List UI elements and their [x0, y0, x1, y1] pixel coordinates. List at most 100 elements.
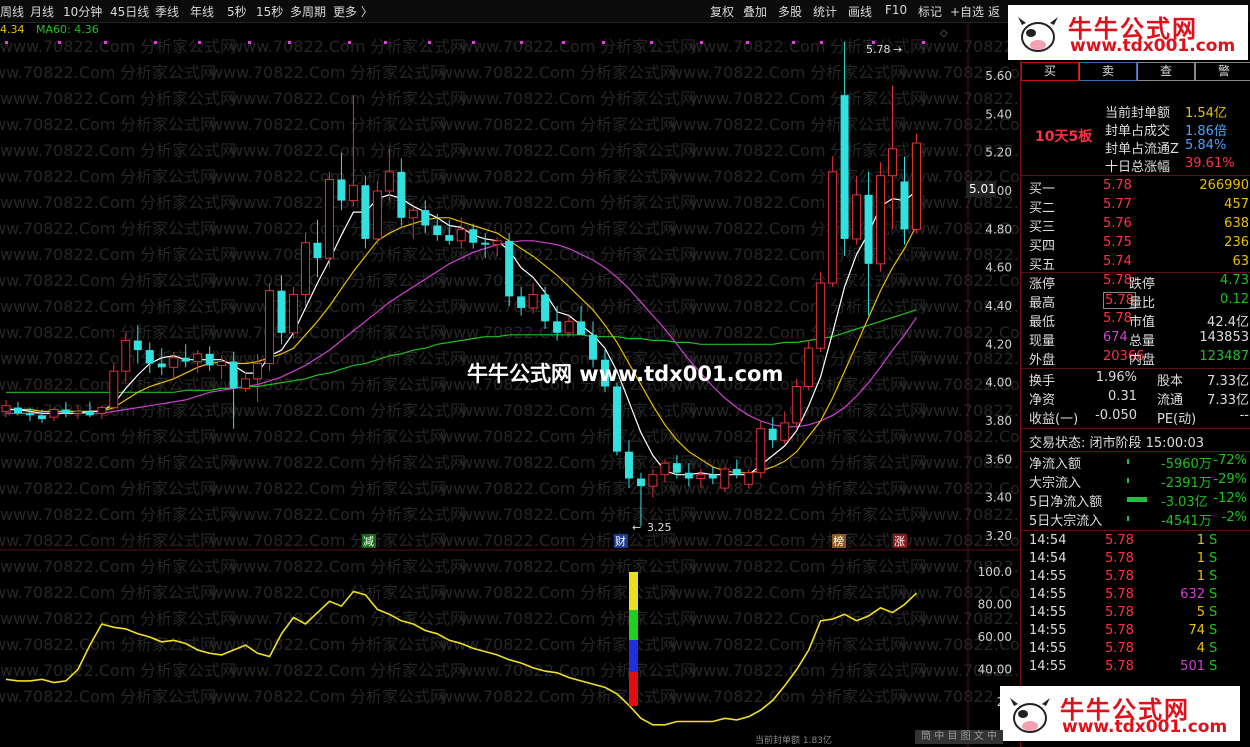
diamond-icon: ◇ — [940, 28, 948, 39]
bottom-status: 当前封单额 1.83亿 — [755, 736, 832, 746]
watermark-text: www.70822.Com — [230, 141, 365, 160]
toolbar-right-item-4[interactable]: 画线 — [848, 3, 872, 20]
tick-volume: 1 — [1196, 551, 1205, 566]
toolbar-item-9[interactable]: 更多 〉 — [333, 3, 373, 20]
candle-body-up — [324, 179, 334, 259]
toolbar-right-item-3[interactable]: 统计 — [813, 3, 837, 20]
watermark-text: 分析家公式网 — [580, 583, 676, 602]
toolbar-right-item-5[interactable]: F10 — [885, 3, 907, 17]
watermark-text: 分析家公式网 — [830, 453, 926, 472]
toolbar-right-item-2[interactable]: 多股 — [778, 3, 802, 20]
seal-label: 封单占流通Z — [1105, 142, 1179, 157]
watermark-text: 分析家公式网 — [580, 427, 676, 446]
toolbar-item-7[interactable]: 15秒 — [256, 3, 283, 20]
watermark-text: www.70822.Com — [690, 557, 825, 576]
panel-tab-0[interactable]: 买 — [1021, 62, 1079, 81]
toolbar-right-item-7[interactable]: +自选 — [950, 3, 984, 20]
toolbar-item-0[interactable]: 周线 — [0, 3, 24, 20]
candle-body-up — [253, 363, 263, 380]
logo-bottom: 牛牛公式网 www.tdx001.com — [1000, 686, 1240, 741]
candle-body-up — [888, 148, 898, 177]
fund-label: 股本 — [1157, 374, 1184, 389]
toolbar-right-item-6[interactable]: 标记 — [918, 3, 942, 20]
watermark-text: www.70822.Com — [460, 609, 595, 628]
quote-value: 5.78 — [1103, 311, 1132, 326]
price-axis-label: 5.40 — [985, 107, 1012, 121]
flow-row: 净流入额 -5960万 -72% — [1029, 453, 1249, 472]
candle-body-up — [49, 409, 59, 418]
seal-label: 封单占成交 — [1105, 124, 1171, 139]
candle-body-down — [85, 411, 94, 416]
watermark-text: www.70822.Com — [0, 505, 135, 524]
quote-row: 涨停 5.78 跌停 4.73 — [1029, 273, 1249, 292]
flow-value: -2391万 — [1161, 476, 1212, 491]
watermark-text: 分析家公式网 — [350, 271, 446, 290]
candle-body-down — [684, 472, 693, 479]
watermark-text: www.70822.Com — [0, 245, 135, 264]
cow-logo-icon — [1018, 17, 1058, 52]
toolbar-item-6[interactable]: 5秒 — [227, 3, 247, 20]
quote-label: 总量 — [1129, 334, 1156, 349]
panel-tab-3[interactable]: 警 — [1195, 62, 1250, 81]
candle-body-down — [481, 242, 490, 245]
toolbar-item-2[interactable]: 10分钟 — [63, 3, 102, 20]
watermark-text: www.70822.Com — [920, 505, 1020, 524]
watermark-text: 分析家公式网 — [140, 453, 236, 472]
tick-volume: 501 — [1180, 659, 1205, 674]
flow-bar — [1127, 516, 1129, 521]
tick-volume: 1 — [1196, 533, 1205, 548]
toolbar-item-4[interactable]: 季线 — [155, 3, 179, 20]
watermark-text: www.70822.Com — [0, 375, 115, 394]
tick-row: 14:55 5.78 74 S — [1029, 623, 1249, 641]
watermark-text: 分析家公式网 — [140, 297, 236, 316]
toolbar-item-8[interactable]: 多周期 — [290, 3, 326, 20]
candle-body-up — [301, 242, 310, 295]
toolbar-item-5[interactable]: 年线 — [190, 3, 214, 20]
quote-label: 外盘 — [1029, 353, 1056, 368]
watermark-text: 分析家公式网 — [600, 193, 696, 212]
watermark-text: www.70822.Com — [670, 115, 805, 134]
watermark-text: www.70822.Com — [210, 427, 345, 446]
fund-value: 7.33亿 — [1207, 393, 1249, 408]
watermark-text: www.70822.Com — [0, 687, 115, 706]
bid-label: 买一 — [1029, 182, 1056, 197]
bottom-tab[interactable]: 筒 中 目 图 文 中 — [915, 730, 1003, 744]
tick-time: 14:55 — [1029, 605, 1067, 620]
seal-row: 十日总涨幅 39.61% — [1029, 156, 1249, 175]
panel-tab-2[interactable]: 查 — [1137, 62, 1195, 81]
watermark-text: www.70822.Com — [230, 349, 365, 368]
watermark-text: www.70822.Com — [440, 687, 575, 706]
quote-label: 量比 — [1129, 296, 1156, 311]
indicator-color-bar — [629, 572, 638, 610]
toolbar-item-3[interactable]: 45日线 — [110, 3, 149, 20]
quote-value: 674 — [1103, 330, 1128, 345]
toolbar-right-item-0[interactable]: 复权 — [710, 3, 734, 20]
candle-body-down — [505, 240, 514, 297]
candle-body-up — [564, 320, 574, 334]
watermark-text: www.70822.Com — [230, 453, 365, 472]
candle-body-down — [229, 361, 238, 389]
watermark-text: www.70822.Com — [210, 479, 345, 498]
seal-value: 5.84% — [1185, 138, 1227, 153]
seal-value: 39.61% — [1185, 156, 1235, 171]
tick-time: 14:54 — [1029, 533, 1067, 548]
watermark-text: www.70822.Com — [460, 401, 595, 420]
watermark-text: 分析家公式网 — [350, 323, 446, 342]
toolbar-right-item-8[interactable]: 返 — [988, 3, 1000, 20]
toolbar-item-1[interactable]: 月线 — [30, 3, 54, 20]
watermark-text: www.70822.Com — [690, 141, 825, 160]
watermark-text: www.70822.Com — [460, 557, 595, 576]
high-annotation: 5.78 — [866, 43, 891, 56]
panel-tab-1[interactable]: 卖 — [1079, 62, 1137, 81]
quote-row: 外盘 20366 内盘 123487 — [1029, 349, 1249, 368]
watermark-text: 分析家公式网 — [600, 89, 696, 108]
seal-label: 十日总涨幅 — [1105, 160, 1171, 175]
indicator-color-bar — [629, 672, 638, 706]
flow-pct: -12% — [1213, 491, 1247, 506]
toolbar-right-item-1[interactable]: 叠加 — [743, 3, 767, 20]
watermark-text: www.70822.Com — [230, 245, 365, 264]
quote-row: 现量 674 总量 143853 — [1029, 330, 1249, 349]
fund-row: 换手 1.96% 股本 7.33亿 — [1029, 370, 1249, 389]
watermark-text: www.70822.Com — [0, 531, 115, 550]
price-axis-label: 3.60 — [985, 452, 1012, 466]
